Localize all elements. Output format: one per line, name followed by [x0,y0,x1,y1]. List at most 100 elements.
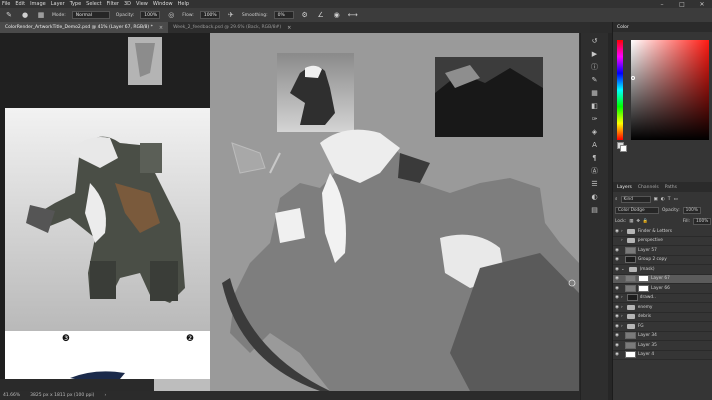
menu-filter[interactable]: Filter [107,1,119,7]
tab-channels[interactable]: Channels [638,185,659,190]
layer-row-selected[interactable]: ◉ Layer 67 [613,274,712,284]
libraries-icon[interactable]: ▤ [588,204,602,215]
layer-row[interactable]: ◉ Group 2 copy [613,256,712,265]
visibility-eye-icon[interactable]: ◉ [613,305,621,310]
tab-layers[interactable]: Layers [617,185,632,190]
menu-image[interactable]: Image [30,1,46,7]
pressure-size-icon[interactable]: ◉ [332,11,342,20]
paragraph-icon[interactable]: ¶ [588,152,602,163]
filter-adjust-icon[interactable]: ◐ [661,197,665,202]
angle-icon[interactable]: ∠ [316,11,326,20]
visibility-eye-icon[interactable]: ◉ [613,343,621,348]
tab-week2-feedback[interactable]: Week_2_feedback.psd @ 29.6% (Back, RGB/8… [168,22,296,33]
layer-row[interactable]: ◉ › debris [613,313,712,322]
type-icon[interactable]: A [588,139,602,150]
visibility-eye-icon[interactable]: ◉ [613,276,621,281]
filter-pixel-icon[interactable]: ▣ [654,197,658,202]
history-icon[interactable]: ↺ [588,35,602,46]
gear-icon[interactable]: ⚙ [300,11,310,20]
close-button[interactable]: ✕ [692,0,712,8]
visibility-eye-icon[interactable]: ◉ [613,286,621,291]
brush-preset-icon[interactable]: ● [20,11,30,20]
filter-kind-select[interactable]: Kind [620,195,651,203]
path-icon[interactable]: ✑ [588,113,602,124]
layer-mask-thumbnail[interactable] [638,284,649,292]
brush-settings-icon[interactable]: ▦ [36,11,46,20]
visibility-eye-icon[interactable]: ◉ [613,352,621,357]
color-picker-cursor[interactable] [631,76,635,80]
layer-mask-thumbnail[interactable] [638,275,649,283]
canvas-area[interactable]: ❸ ❷ [0,33,579,391]
tab-paths[interactable]: Paths [665,185,677,190]
blend-mode-select[interactable]: Color Dodge [615,206,659,214]
lock-pixels-icon[interactable]: ▦ [629,219,633,224]
menu-view[interactable]: View [136,1,148,7]
zoom-level[interactable]: 41.66% [3,393,20,398]
brush-icon[interactable]: ✎ [588,74,602,85]
menu-window[interactable]: Window [153,1,173,7]
color-panel-header: Color [613,22,712,32]
mode-select[interactable]: Normal [71,11,110,19]
close-tab-icon[interactable]: × [287,25,291,31]
layer-row[interactable]: ◉ Layer 35 [613,341,712,351]
visibility-eye-icon[interactable]: ◉ [613,229,621,234]
lock-all-icon[interactable]: 🔒 [643,219,648,224]
visibility-eye-icon[interactable]: ◉ [613,267,621,272]
canvas-artwork[interactable] [0,33,579,391]
visibility-eye-icon[interactable]: ◉ [613,257,621,262]
layer-row[interactable]: ◉ › Finder & Letters [613,227,712,237]
visibility-eye-icon[interactable]: ◉ [613,248,621,253]
background-swatch[interactable] [620,145,627,152]
fill-input[interactable]: 100% [693,217,711,225]
layer-row[interactable]: ◉ Layer 57 [613,246,712,256]
3d-icon[interactable]: ◈ [588,126,602,137]
menu-layer[interactable]: Layer [51,1,65,7]
menu-3d[interactable]: 3D [124,1,131,7]
visibility-eye-icon[interactable]: ◉ [613,324,621,329]
visibility-eye-icon[interactable]: ◉ [613,333,621,338]
info-icon[interactable]: ⓘ [588,61,602,72]
maximize-button[interactable]: □ [672,0,692,8]
layer-row[interactable]: ◉ Layer 34 [613,332,712,341]
adjust-icon[interactable]: ◐ [588,191,602,202]
layer-row[interactable]: ◉ Layer 66 [613,284,712,294]
visibility-eye-icon[interactable]: ◉ [613,295,621,300]
close-tab-icon[interactable]: × [159,25,163,31]
layer-list[interactable]: ◉ › Finder & Letters › perspective ◉ Lay… [613,227,712,400]
flow-input[interactable]: 100% [199,11,220,19]
menu-type[interactable]: Type [70,1,81,7]
play-icon[interactable]: ▶ [588,48,602,59]
menu-select[interactable]: Select [86,1,101,7]
layer-row[interactable]: ◉ Layer 4 [613,351,712,360]
layer-row[interactable]: ◉ › FG [613,322,712,332]
minimize-button[interactable]: – [652,0,672,8]
properties-icon[interactable]: ☰ [588,178,602,189]
layer-row[interactable]: ◉ ⌄ (mask) [613,265,712,275]
menu-help[interactable]: Help [178,1,189,7]
layer-row[interactable]: ◉ › drawd.. [613,294,712,303]
clone-icon[interactable]: ◧ [588,100,602,111]
color-picker-field[interactable] [631,40,709,140]
airbrush-icon[interactable]: ✈ [226,11,236,20]
hue-slider[interactable] [617,40,623,140]
tab-colorrender[interactable]: ColorRender_ArtworkTitle_Demo2.psd @ 41%… [0,22,169,33]
opacity-input[interactable]: 100% [140,11,161,19]
smoothing-input[interactable]: 0% [273,11,294,19]
status-arrow-icon[interactable]: › [104,393,106,398]
layer-row[interactable]: › perspective [613,237,712,246]
tab-color[interactable]: Color [617,25,629,30]
visibility-eye-icon[interactable]: ◉ [613,314,621,319]
layer-row[interactable]: ◉ › enemy [613,303,712,313]
menu-edit[interactable]: Edit [15,1,25,7]
filter-shape-icon[interactable]: ▭ [673,197,677,202]
swatch-icon[interactable]: ▦ [588,87,602,98]
foreground-background-swatches[interactable] [617,142,627,152]
brush-tool-icon[interactable]: ✎ [4,11,14,20]
char-icon[interactable]: Ⓐ [588,165,602,176]
menu-file[interactable]: File [2,1,10,7]
symmetry-icon[interactable]: ⟷ [348,11,358,20]
layer-opacity-input[interactable]: 100% [682,206,701,214]
pressure-opacity-icon[interactable]: ◎ [166,11,176,20]
lock-move-icon[interactable]: ✥ [636,219,640,224]
filter-type-icon[interactable]: T [668,197,671,202]
